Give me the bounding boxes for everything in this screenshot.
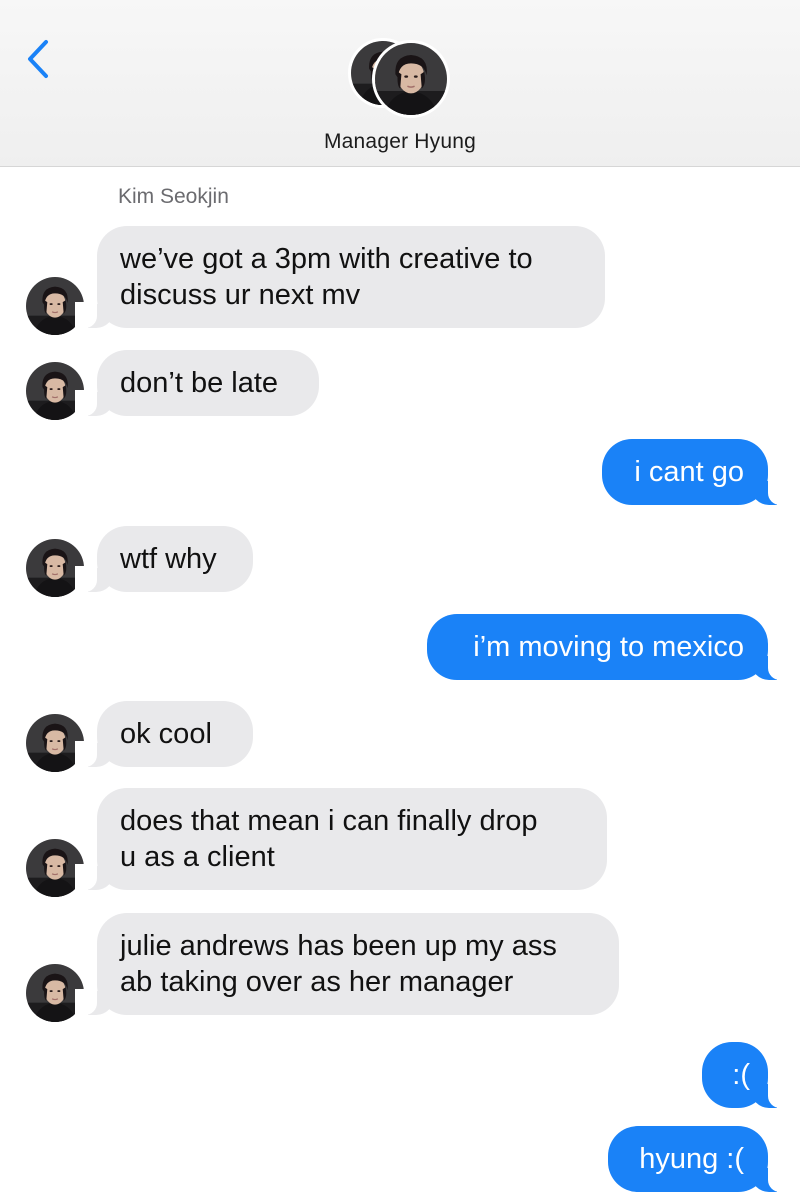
message-bubble-incoming[interactable]: we’ve got a 3pm with creative to discuss… (75, 226, 605, 328)
message-text: hyung :( (639, 1143, 744, 1175)
contact-avatar-group[interactable] (348, 38, 452, 118)
message-text: don’t be late (120, 367, 279, 399)
message-text: wtf why (120, 543, 217, 575)
sender-name: Kim Seokjin (118, 185, 229, 208)
contact-name[interactable]: Manager Hyung (0, 130, 800, 154)
message-bubble-incoming[interactable]: julie andrews has been up my ass ab taki… (75, 913, 619, 1015)
message-text: i’m moving to mexico (473, 631, 744, 663)
message-bubble-outgoing[interactable]: i cant go (602, 439, 790, 505)
message-bubble-incoming[interactable]: don’t be late (75, 350, 319, 416)
back-button[interactable] (18, 34, 62, 84)
message-text: i cant go (634, 456, 744, 488)
message-text: u as a client (120, 841, 275, 873)
message-bubble-outgoing[interactable]: i’m moving to mexico (427, 614, 790, 680)
message-text: does that mean i can finally drop (120, 805, 538, 837)
message-text: ab taking over as her manager (120, 966, 514, 998)
message-bubble-incoming[interactable]: wtf why (75, 526, 253, 592)
message-bubble-outgoing[interactable]: :( (702, 1042, 790, 1108)
navigation-header: Manager Hyung (0, 0, 800, 167)
message-text: julie andrews has been up my ass (120, 930, 557, 962)
message-text: ok cool (120, 718, 212, 750)
message-text: discuss ur next mv (120, 279, 361, 311)
message-bubble-incoming[interactable]: does that mean i can finally drop u as a… (75, 788, 607, 890)
message-text: we’ve got a 3pm with creative to (120, 243, 533, 275)
message-text: :( (732, 1059, 750, 1091)
contact-avatar (372, 40, 450, 118)
chevron-left-icon (28, 40, 48, 78)
message-bubble-outgoing[interactable]: hyung :( (608, 1126, 790, 1192)
message-bubble-incoming[interactable]: ok cool (75, 701, 253, 767)
